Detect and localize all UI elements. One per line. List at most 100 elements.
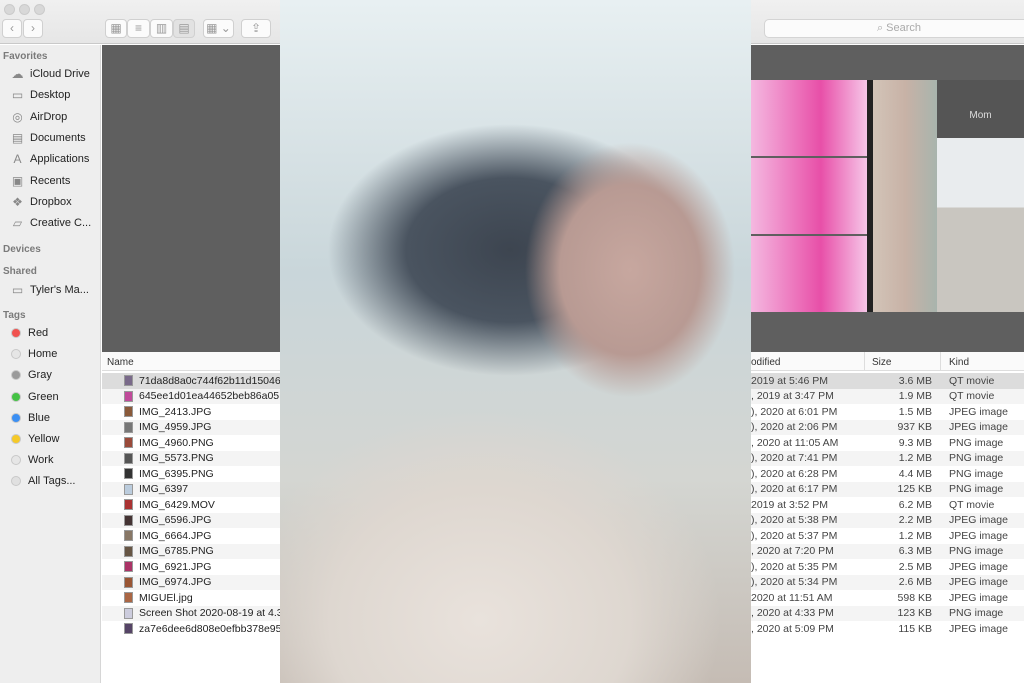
file-name: IMG_6397 <box>139 483 189 496</box>
sidebar-item-label: Blue <box>28 411 51 424</box>
file-size: 125 KB <box>897 483 932 496</box>
sidebar-item-label: Dropbox <box>30 195 72 208</box>
minimize-window-button[interactable] <box>19 4 30 15</box>
column-view-button[interactable]: ▥ <box>150 19 173 38</box>
list-view-button[interactable]: ≡ <box>127 19 150 38</box>
sidebar-item-shared-mac[interactable]: ▭ Tyler's Ma... <box>10 283 89 297</box>
sidebar-item-favorite[interactable]: ▤ Documents <box>10 131 86 145</box>
thumbnail-phone-screenshot[interactable]: Mom <box>937 80 1024 312</box>
sidebar-icon: ❖ <box>12 194 23 209</box>
file-kind: JPEG image <box>949 529 1008 542</box>
file-modified: ), 2020 at 6:17 PM <box>751 483 838 496</box>
column-header-size[interactable]: Size <box>872 357 891 368</box>
file-size: 1.5 MB <box>898 405 932 418</box>
magnifier-icon: ⌕ <box>876 22 887 34</box>
gallery-view-button[interactable]: ▤ <box>173 19 195 38</box>
favorites-heading: Favorites <box>3 51 48 62</box>
file-modified: , 2020 at 11:05 AM <box>751 436 839 449</box>
sidebar-item-favorite[interactable]: ❖ Dropbox <box>10 194 72 209</box>
file-modified: ), 2020 at 2:06 PM <box>751 421 838 434</box>
file-thumbnail-icon <box>124 561 133 573</box>
file-kind: PNG image <box>949 452 1004 465</box>
share-button[interactable]: ⇪ <box>241 19 271 38</box>
file-size: 3.6 MB <box>898 374 932 387</box>
column-header-name[interactable]: Name <box>107 357 134 368</box>
sidebar-item-tag[interactable]: Yellow <box>10 433 59 445</box>
sidebar-item-favorite[interactable]: ▣ Recents <box>10 174 71 188</box>
file-name: IMG_2413.JPG <box>139 405 212 418</box>
file-size: 2.2 MB <box>898 514 932 527</box>
file-kind: JPEG image <box>949 514 1008 527</box>
zoom-window-button[interactable] <box>34 4 45 15</box>
file-size: 123 KB <box>897 607 932 620</box>
file-thumbnail-icon <box>124 437 133 449</box>
forward-button[interactable]: › <box>23 19 43 38</box>
sidebar-item-tag[interactable]: Blue <box>10 412 50 424</box>
sidebar-item-label: Work <box>28 454 54 467</box>
sidebar-icon: ◎ <box>12 109 23 124</box>
sidebar-item-label: Creative C... <box>30 217 92 230</box>
file-name: IMG_4959.JPG <box>139 421 212 434</box>
file-name: Screen Shot 2020-08-19 at 4.3 <box>139 607 283 620</box>
sidebar-item-favorite[interactable]: A Applications <box>10 152 89 166</box>
sidebar-item-favorite[interactable]: ◎ AirDrop <box>10 110 67 124</box>
file-kind: JPEG image <box>949 576 1008 589</box>
file-name: 645ee1d01ea44652beb86a05 <box>139 390 280 403</box>
file-size: 4.4 MB <box>898 467 932 480</box>
file-thumbnail-icon <box>124 406 133 418</box>
sidebar-item-label: Recents <box>30 174 71 187</box>
computer-icon: ▭ <box>11 283 24 297</box>
file-name: 71da8d8a0c744f62b11d15046 <box>139 374 281 387</box>
file-modified: ), 2020 at 5:37 PM <box>751 529 838 542</box>
column-header-kind[interactable]: Kind <box>949 357 969 368</box>
file-thumbnail-icon <box>124 545 133 557</box>
sidebar-item-tag[interactable]: Green <box>10 391 59 403</box>
sidebar-item-tag[interactable]: Gray <box>10 369 52 381</box>
file-name: IMG_6596.JPG <box>139 514 212 527</box>
file-kind: JPEG image <box>949 405 1008 418</box>
sidebar-item-label: Yellow <box>28 433 60 445</box>
sidebar-item-label: Red <box>28 327 49 339</box>
file-thumbnail-icon <box>124 530 133 542</box>
tags-heading: Tags <box>3 310 26 321</box>
group-by-button[interactable]: ▦ ⌄ <box>203 19 234 38</box>
tag-color-dot-icon <box>11 391 21 402</box>
tag-color-dot-icon <box>11 434 21 444</box>
thumbnail-knee-photo[interactable] <box>873 80 937 312</box>
sidebar-item-tag[interactable]: Red <box>10 327 48 339</box>
thumbnail-pink-film[interactable] <box>751 80 867 312</box>
file-thumbnail-icon <box>124 375 133 387</box>
sidebar-item-label: AirDrop <box>30 110 68 123</box>
file-size: 6.2 MB <box>898 498 932 511</box>
file-thumbnail-icon <box>124 514 133 526</box>
sidebar-item-favorite[interactable]: ▱ Creative C... <box>10 216 91 230</box>
file-kind: PNG image <box>949 436 1004 449</box>
gallery-thumbnails[interactable]: Mom <box>751 80 1024 312</box>
sidebar-icon: ☁ <box>11 67 24 81</box>
sidebar-item-tag[interactable]: Home <box>10 348 57 360</box>
sidebar-item-label: Desktop <box>30 89 71 102</box>
sidebar: Favorites ☁ iCloud Drive ▭ Desktop ◎ AirDrop ▤… <box>0 45 101 683</box>
search-input[interactable]: ⌕ Search <box>764 19 1024 38</box>
sidebar-item-tag[interactable]: All Tags... <box>10 475 76 487</box>
file-name: IMG_6429.MOV <box>139 498 215 511</box>
back-button[interactable]: ‹ <box>2 19 22 38</box>
tag-color-dot-icon <box>11 349 21 360</box>
sidebar-item-label: Green <box>28 390 59 403</box>
file-modified: , 2020 at 4:33 PM <box>751 607 834 620</box>
file-modified: ), 2020 at 5:34 PM <box>751 576 838 589</box>
file-name: IMG_6664.JPG <box>139 529 212 542</box>
file-modified: ), 2020 at 7:41 PM <box>751 452 838 465</box>
icon-view-button[interactable]: ▦ <box>105 19 127 38</box>
search-placeholder: Search <box>886 22 922 34</box>
sidebar-item-tag[interactable]: Work <box>10 454 53 466</box>
sidebar-item-favorite[interactable]: ▭ Desktop <box>10 88 71 103</box>
tag-color-dot-icon <box>11 455 21 466</box>
file-size: 937 KB <box>897 421 932 434</box>
file-kind: QT movie <box>949 374 995 387</box>
file-name: IMG_6395.PNG <box>139 467 214 480</box>
sidebar-item-favorite[interactable]: ☁ iCloud Drive <box>10 67 90 81</box>
column-header-modified[interactable]: odified <box>751 357 780 368</box>
close-window-button[interactable] <box>4 4 15 15</box>
sidebar-icon: ▭ <box>11 88 24 103</box>
